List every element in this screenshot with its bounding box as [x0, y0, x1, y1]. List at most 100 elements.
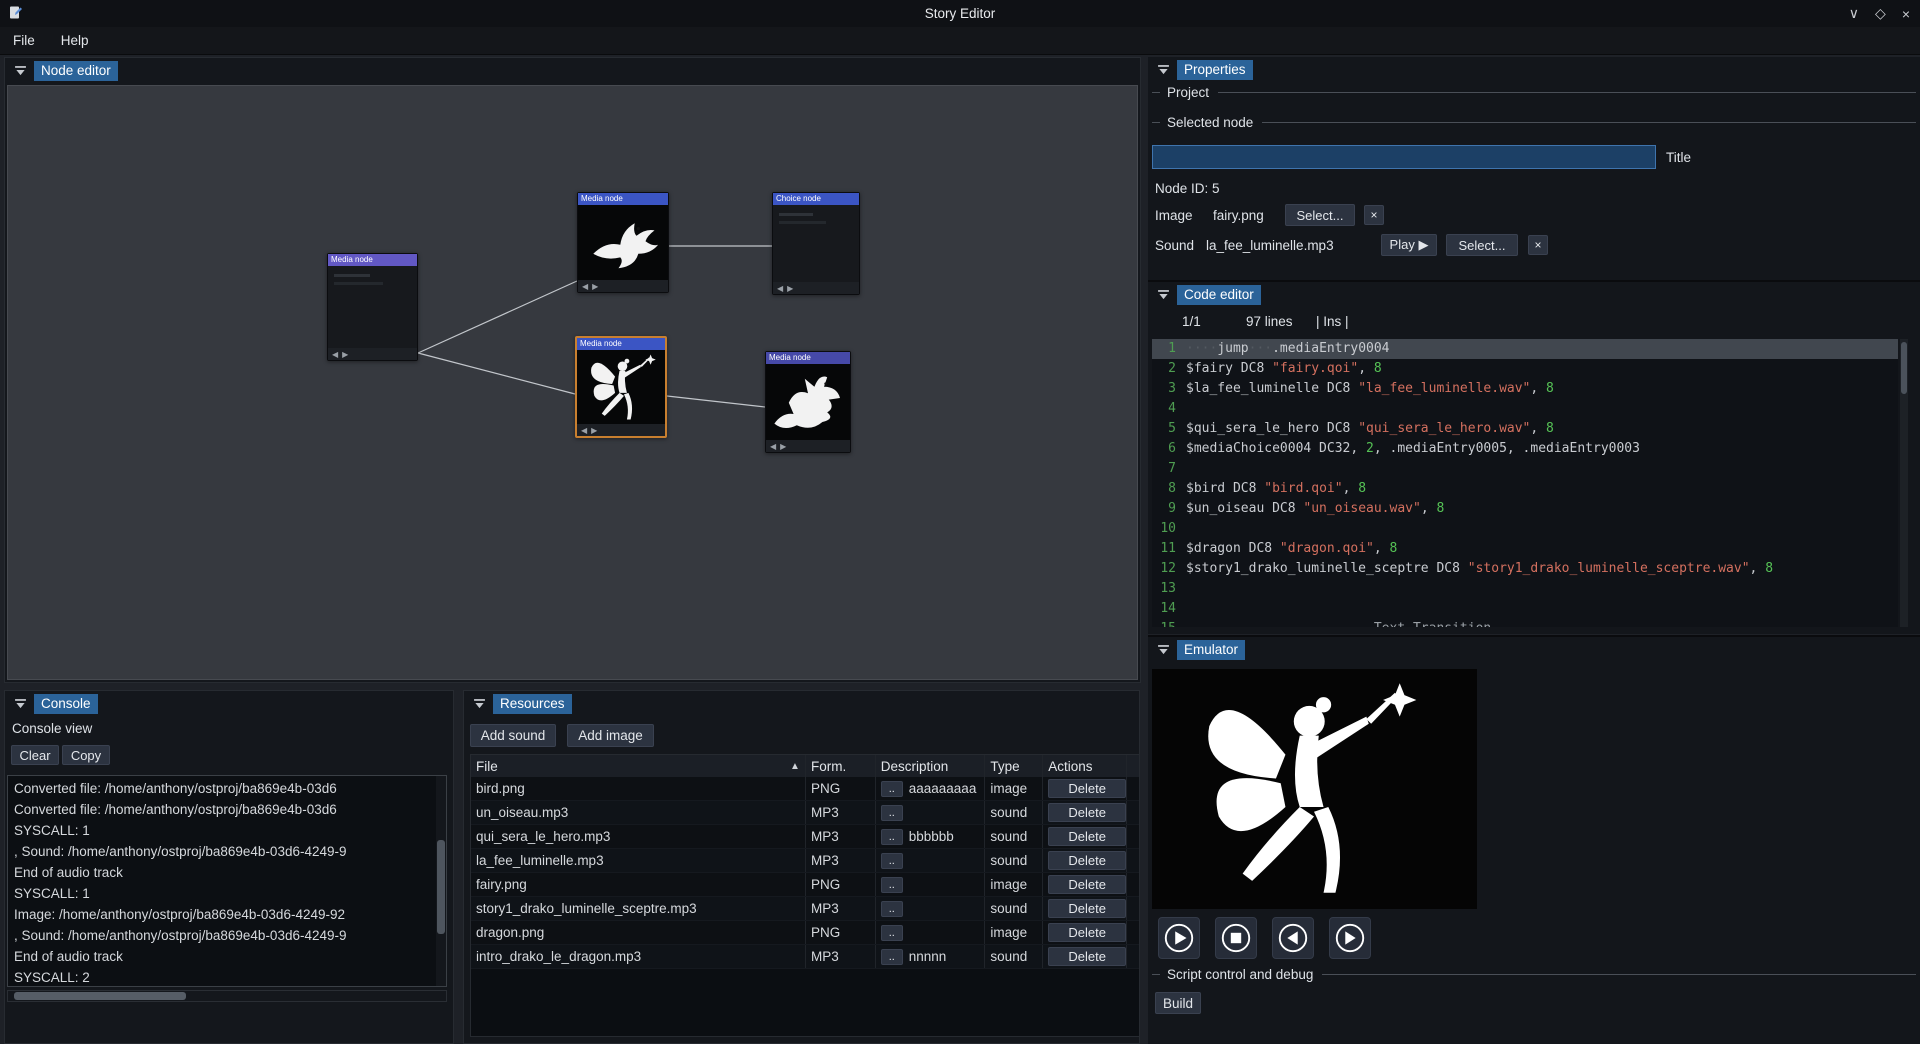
- column-header-description[interactable]: Description: [876, 755, 986, 777]
- maximize-button[interactable]: ◇: [1875, 5, 1886, 22]
- delete-button[interactable]: Delete: [1048, 827, 1126, 846]
- next-media-icon[interactable]: ▶: [342, 350, 348, 359]
- prev-media-icon[interactable]: ◀: [770, 442, 776, 451]
- edit-description-button[interactable]: ..: [881, 853, 903, 869]
- delete-button[interactable]: Delete: [1048, 779, 1126, 798]
- sort-ascending-icon[interactable]: ▲: [790, 761, 800, 772]
- sound-select-button[interactable]: Select...: [1446, 234, 1518, 256]
- code-line[interactable]: 10: [1152, 519, 1898, 539]
- step-forward-button[interactable]: [1329, 917, 1371, 959]
- next-media-icon[interactable]: ▶: [780, 442, 786, 451]
- node-title-input[interactable]: [1152, 145, 1656, 169]
- code-line[interactable]: 11$dragon DC8 "dragon.qoi", 8: [1152, 539, 1898, 559]
- stop-button[interactable]: [1215, 917, 1257, 959]
- resource-row[interactable]: la_fee_luminelle.mp3MP3..soundDelete: [471, 849, 1139, 873]
- resource-row[interactable]: intro_drako_le_dragon.mp3MP3..nnnnnsound…: [471, 945, 1139, 969]
- code-line[interactable]: 6$mediaChoice0004 DC32, 2, .mediaEntry00…: [1152, 439, 1898, 459]
- prev-media-icon[interactable]: ◀: [332, 350, 338, 359]
- column-header-file[interactable]: File ▲: [471, 755, 806, 777]
- node-controls[interactable]: ◀▶: [577, 424, 665, 436]
- play-button[interactable]: [1158, 917, 1200, 959]
- code-line[interactable]: 7: [1152, 459, 1898, 479]
- code-line[interactable]: 13: [1152, 579, 1898, 599]
- resource-row[interactable]: fairy.pngPNG..imageDelete: [471, 873, 1139, 897]
- resource-row[interactable]: dragon.pngPNG..imageDelete: [471, 921, 1139, 945]
- node-title[interactable]: Media node: [766, 352, 850, 364]
- console-horizontal-scrollbar[interactable]: [7, 990, 447, 1002]
- menu-help[interactable]: Help: [48, 28, 102, 53]
- column-header-actions[interactable]: Actions: [1043, 755, 1127, 777]
- next-media-icon[interactable]: ▶: [787, 284, 793, 293]
- console-copy-button[interactable]: Copy: [62, 745, 110, 765]
- code-line[interactable]: 1····jump···.mediaEntry0004: [1152, 339, 1898, 359]
- code-line[interactable]: 2$fairy DC8 "fairy.qoi", 8: [1152, 359, 1898, 379]
- code-line[interactable]: 5$qui_sera_le_hero DC8 "qui_sera_le_hero…: [1152, 419, 1898, 439]
- node-title[interactable]: Media node: [328, 254, 417, 266]
- graph-node-5[interactable]: Media node◀▶: [765, 351, 851, 453]
- edit-description-button[interactable]: ..: [881, 949, 903, 965]
- code-text-area[interactable]: 1····jump···.mediaEntry00042$fairy DC8 "…: [1152, 339, 1898, 627]
- node-controls[interactable]: ◀▶: [578, 280, 668, 292]
- add-image-button[interactable]: Add image: [567, 724, 654, 747]
- delete-button[interactable]: Delete: [1048, 947, 1126, 966]
- console-log[interactable]: Converted file: /home/anthony/ostproj/ba…: [7, 775, 447, 987]
- node-title[interactable]: Choice node: [773, 193, 859, 205]
- image-select-button[interactable]: Select...: [1285, 204, 1355, 226]
- code-line[interactable]: 3$la_fee_luminelle DC8 "la_fee_luminelle…: [1152, 379, 1898, 399]
- graph-node-2[interactable]: Media node◀▶: [577, 192, 669, 293]
- collapse-panel-icon[interactable]: [1157, 644, 1170, 657]
- delete-button[interactable]: Delete: [1048, 899, 1126, 918]
- next-media-icon[interactable]: ▶: [591, 426, 597, 435]
- code-line[interactable]: 14: [1152, 599, 1898, 619]
- delete-button[interactable]: Delete: [1048, 875, 1126, 894]
- code-vertical-scrollbar[interactable]: [1900, 339, 1908, 627]
- minimize-button[interactable]: ∨: [1849, 5, 1859, 22]
- code-line[interactable]: 12$story1_drako_luminelle_sceptre DC8 "s…: [1152, 559, 1898, 579]
- build-button[interactable]: Build: [1155, 992, 1201, 1014]
- console-vertical-scrollbar[interactable]: [436, 776, 446, 986]
- node-controls[interactable]: ◀▶: [773, 282, 859, 294]
- prev-media-icon[interactable]: ◀: [581, 426, 587, 435]
- node-controls[interactable]: ◀▶: [328, 348, 417, 360]
- resource-row[interactable]: bird.pngPNG..aaaaaaaaaimageDelete: [471, 777, 1139, 801]
- column-header-type[interactable]: Type: [985, 755, 1043, 777]
- delete-button[interactable]: Delete: [1048, 851, 1126, 870]
- edit-description-button[interactable]: ..: [881, 877, 903, 893]
- column-header-format[interactable]: Form.: [806, 755, 876, 777]
- collapse-panel-icon[interactable]: [473, 698, 486, 711]
- sound-clear-button[interactable]: ×: [1528, 235, 1548, 255]
- image-clear-button[interactable]: ×: [1364, 205, 1384, 225]
- resource-row[interactable]: qui_sera_le_hero.mp3MP3..bbbbbbsoundDele…: [471, 825, 1139, 849]
- node-controls[interactable]: ◀▶: [766, 440, 850, 452]
- step-back-button[interactable]: [1272, 917, 1314, 959]
- resource-row[interactable]: story1_drako_luminelle_sceptre.mp3MP3..s…: [471, 897, 1139, 921]
- node-graph-canvas[interactable]: Media node◀▶Media node◀▶Choice node◀▶Med…: [7, 85, 1138, 680]
- graph-node-1[interactable]: Media node◀▶: [327, 253, 418, 361]
- prev-media-icon[interactable]: ◀: [777, 284, 783, 293]
- add-sound-button[interactable]: Add sound: [470, 724, 556, 747]
- next-media-icon[interactable]: ▶: [592, 282, 598, 291]
- code-line[interactable]: 8$bird DC8 "bird.qoi", 8: [1152, 479, 1898, 499]
- collapse-panel-icon[interactable]: [1157, 289, 1170, 302]
- console-clear-button[interactable]: Clear: [11, 745, 59, 765]
- collapse-panel-icon[interactable]: [1157, 64, 1170, 77]
- edit-description-button[interactable]: ..: [881, 901, 903, 917]
- node-title[interactable]: Media node: [578, 193, 668, 205]
- edit-description-button[interactable]: ..: [881, 805, 903, 821]
- edit-description-button[interactable]: ..: [881, 925, 903, 941]
- delete-button[interactable]: Delete: [1048, 923, 1126, 942]
- graph-node-4[interactable]: Media node◀▶: [575, 336, 667, 438]
- menu-file[interactable]: File: [0, 28, 48, 53]
- code-line[interactable]: 4: [1152, 399, 1898, 419]
- delete-button[interactable]: Delete: [1048, 803, 1126, 822]
- collapse-panel-icon[interactable]: [14, 698, 27, 711]
- edit-description-button[interactable]: ..: [881, 829, 903, 845]
- collapse-panel-icon[interactable]: [14, 65, 27, 78]
- edit-description-button[interactable]: ..: [881, 781, 903, 797]
- sound-play-button[interactable]: Play ▶: [1381, 234, 1437, 256]
- code-line[interactable]: 15 --------- Text Transition ---------: [1152, 619, 1898, 627]
- prev-media-icon[interactable]: ◀: [582, 282, 588, 291]
- node-title[interactable]: Media node: [577, 338, 665, 350]
- code-line[interactable]: 9$un_oiseau DC8 "un_oiseau.wav", 8: [1152, 499, 1898, 519]
- close-button[interactable]: ×: [1902, 6, 1910, 22]
